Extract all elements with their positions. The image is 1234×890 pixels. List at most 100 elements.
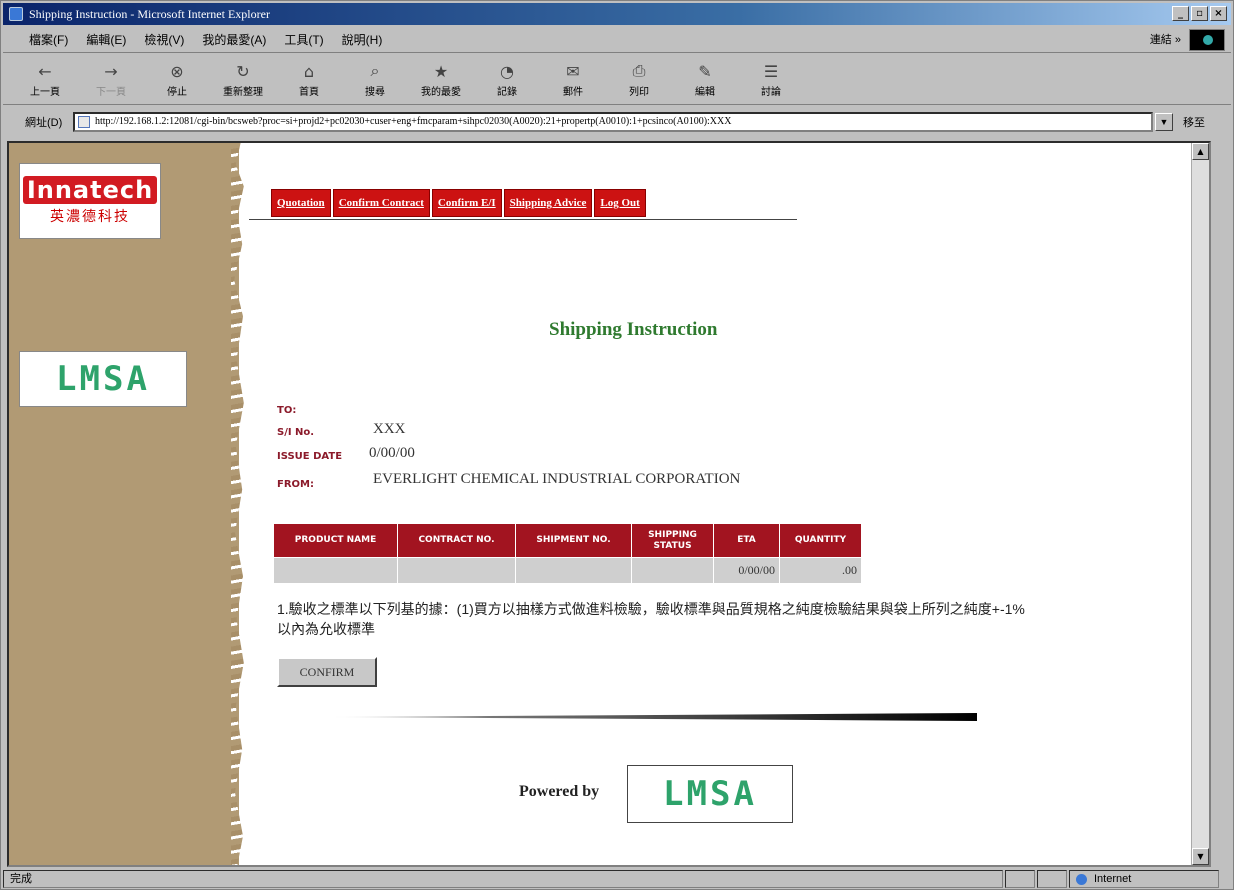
history-icon: ◔	[500, 61, 514, 81]
main-content: Quotation Confirm Contract Confirm E/I S…	[249, 143, 1209, 865]
col-contract-no: CONTRACT NO.	[397, 523, 516, 558]
home-button[interactable]: ⌂ 首頁	[287, 57, 331, 103]
status-cell	[1037, 870, 1067, 888]
forward-button[interactable]: → 下一頁	[89, 57, 133, 103]
table-row: 0/00/00 .00	[273, 557, 862, 584]
page-icon	[78, 116, 90, 128]
sidebar: Innatech 英濃德科技 LMSA	[9, 143, 244, 865]
menu-tools[interactable]: 工具(T)	[284, 31, 323, 48]
scroll-up-button[interactable]: ▲	[1192, 143, 1209, 160]
menu-bar: 檔案(F) 編輯(E) 檢視(V) 我的最愛(A) 工具(T) 說明(H)	[3, 27, 1231, 53]
confirm-button[interactable]: CONFIRM	[277, 657, 377, 687]
to-label: TO:	[277, 405, 297, 416]
cell-shipment-no	[515, 557, 632, 584]
ie-throbber-icon	[1189, 29, 1225, 51]
history-button[interactable]: ◔ 記錄	[485, 57, 529, 103]
edit-icon: ✎	[698, 61, 712, 81]
acceptance-note: 1.驗收之標準以下列基的據：(1)買方以抽樣方式做進料檢驗，驗收標準與品質規格之…	[277, 601, 1025, 637]
tab-confirm-ei[interactable]: Confirm E/I	[431, 189, 502, 217]
forward-arrow-icon: →	[104, 61, 118, 81]
discuss-icon: ☰	[763, 61, 779, 81]
torn-paper-edge	[231, 143, 244, 865]
menu-view[interactable]: 檢視(V)	[144, 31, 184, 48]
issue-date-label: ISSUE DATE	[277, 451, 343, 462]
status-bar: 完成 Internet	[3, 869, 1231, 889]
cell-shipping-status	[631, 557, 714, 584]
col-eta: ETA	[713, 523, 780, 558]
toolbar: ← 上一頁 → 下一頁 ⊗ 停止 ↻ 重新整理 ⌂ 首頁 ⌕ 搜尋 ★ 我的最愛 ◔ 記錄 ✉ 郵…	[3, 55, 1231, 105]
status-cell	[1005, 870, 1035, 888]
si-number-value: XXX	[373, 421, 406, 437]
tab-shipping-advice[interactable]: Shipping Advice	[503, 189, 593, 217]
vertical-scrollbar[interactable]: ▲ ▼	[1191, 143, 1209, 865]
cell-product-name	[273, 557, 398, 584]
globe-icon	[1076, 874, 1087, 885]
links-menu[interactable]: 連結 »	[1150, 31, 1181, 47]
powered-by-label: Powered by	[519, 783, 600, 800]
col-shipment-no: SHIPMENT NO.	[515, 523, 632, 558]
security-zone: Internet	[1069, 870, 1219, 888]
tab-confirm-contract[interactable]: Confirm Contract	[332, 189, 430, 217]
page-viewport: Innatech 英濃德科技 LMSA Quotation Confirm Co…	[7, 141, 1211, 867]
stop-icon: ⊗	[170, 61, 184, 81]
col-quantity: QUANTITY	[779, 523, 862, 558]
search-button[interactable]: ⌕ 搜尋	[353, 57, 397, 103]
address-input[interactable]: http://192.168.1.2:12081/cgi-bin/bcsweb?…	[73, 112, 1153, 132]
maximize-button[interactable]: ▫	[1191, 6, 1208, 21]
innatech-logo: Innatech 英濃德科技	[19, 163, 161, 239]
stop-button[interactable]: ⊗ 停止	[155, 57, 199, 103]
issue-date-value: 0/00/00	[369, 445, 415, 461]
tab-log-out[interactable]: Log Out	[594, 189, 646, 217]
shipment-table: PRODUCT NAME CONTRACT NO. SHIPMENT NO. S…	[273, 523, 862, 584]
window-title: Shipping Instruction - Microsoft Interne…	[29, 7, 270, 21]
favorites-button[interactable]: ★ 我的最愛	[419, 57, 463, 103]
go-button[interactable]: 移至	[1183, 114, 1205, 130]
refresh-button[interactable]: ↻ 重新整理	[221, 57, 265, 103]
favorites-icon: ★	[433, 61, 449, 81]
innatech-logo-text: Innatech	[22, 176, 158, 204]
edit-button[interactable]: ✎ 編輯	[683, 57, 727, 103]
scroll-down-button[interactable]: ▼	[1192, 848, 1209, 865]
tab-underline	[249, 219, 797, 220]
title-bar: Shipping Instruction - Microsoft Interne…	[3, 3, 1231, 25]
menu-favorites[interactable]: 我的最愛(A)	[202, 31, 266, 48]
print-icon: ⎙	[632, 61, 646, 80]
col-product-name: PRODUCT NAME	[273, 523, 398, 558]
tab-quotation[interactable]: Quotation	[271, 189, 331, 217]
back-arrow-icon: ←	[38, 61, 52, 81]
refresh-icon: ↻	[236, 61, 250, 81]
nav-tabs: Quotation Confirm Contract Confirm E/I S…	[271, 189, 646, 217]
address-url: http://192.168.1.2:12081/cgi-bin/bcsweb?…	[95, 116, 732, 127]
from-label: FROM:	[277, 479, 314, 490]
lmsa-logo[interactable]: LMSA	[19, 351, 187, 407]
minimize-button[interactable]: _	[1172, 6, 1189, 21]
menu-file[interactable]: 檔案(F)	[29, 31, 68, 48]
lmsa-footer-logo[interactable]: LMSA	[627, 765, 793, 823]
browser-window: Shipping Instruction - Microsoft Interne…	[0, 0, 1234, 890]
cell-contract-no	[397, 557, 516, 584]
table-header-row: PRODUCT NAME CONTRACT NO. SHIPMENT NO. S…	[273, 523, 862, 558]
from-value: EVERLIGHT CHEMICAL INDUSTRIAL CORPORATIO…	[373, 471, 741, 487]
col-shipping-status: SHIPPING STATUS	[631, 523, 714, 558]
page-title: Shipping Instruction	[549, 319, 718, 340]
innatech-logo-chinese: 英濃德科技	[50, 208, 130, 224]
cell-quantity: .00	[779, 557, 862, 584]
address-dropdown-button[interactable]: ▼	[1155, 113, 1173, 131]
home-icon: ⌂	[303, 61, 315, 81]
gradient-divider	[329, 713, 977, 721]
address-bar: 網址(D) http://192.168.1.2:12081/cgi-bin/b…	[3, 109, 1231, 135]
si-number-label: S/I No.	[277, 427, 315, 438]
mail-button[interactable]: ✉ 郵件	[551, 57, 595, 103]
mail-icon: ✉	[566, 61, 580, 81]
search-icon: ⌕	[370, 61, 380, 80]
back-button[interactable]: ← 上一頁	[23, 57, 67, 103]
address-label: 網址(D)	[25, 117, 63, 129]
ie-icon	[9, 7, 23, 21]
print-button[interactable]: ⎙ 列印	[617, 57, 661, 103]
menu-edit[interactable]: 編輯(E)	[86, 31, 126, 48]
discuss-button[interactable]: ☰ 討論	[749, 57, 793, 103]
status-text: 完成	[3, 870, 1003, 888]
cell-eta: 0/00/00	[713, 557, 780, 584]
close-button[interactable]: ×	[1210, 6, 1227, 21]
menu-help[interactable]: 說明(H)	[342, 31, 383, 48]
